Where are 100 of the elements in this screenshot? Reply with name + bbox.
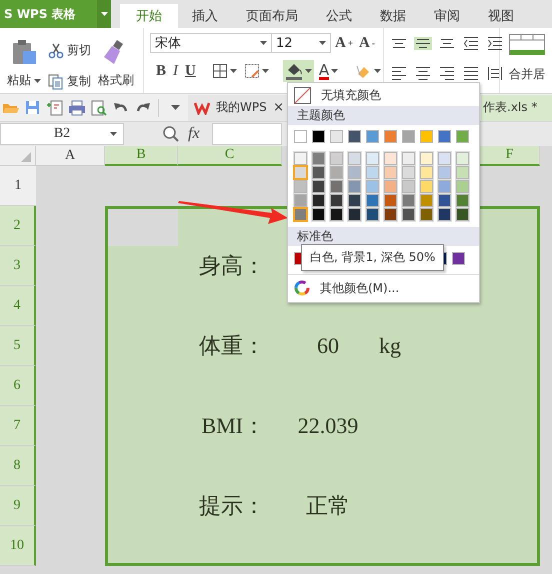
color-swatch[interactable]	[312, 130, 325, 143]
color-swatch[interactable]	[420, 208, 433, 221]
color-swatch[interactable]	[452, 252, 465, 265]
color-swatch[interactable]	[420, 130, 433, 143]
fill-color-button[interactable]	[282, 60, 314, 82]
insert-function-button[interactable]: fx	[180, 125, 208, 143]
color-swatch[interactable]	[438, 166, 451, 179]
row-header[interactable]: 5	[0, 326, 36, 366]
color-swatch[interactable]	[348, 152, 361, 165]
color-swatch[interactable]	[330, 180, 343, 193]
color-swatch[interactable]	[312, 152, 325, 165]
color-swatch[interactable]	[456, 152, 469, 165]
color-swatch[interactable]	[402, 194, 415, 207]
color-swatch[interactable]	[366, 152, 379, 165]
color-swatch[interactable]	[402, 130, 415, 143]
name-box[interactable]: B2	[0, 123, 124, 145]
color-swatch[interactable]	[330, 152, 343, 165]
color-swatch[interactable]	[330, 166, 343, 179]
color-swatch[interactable]	[384, 166, 397, 179]
app-dropdown-button[interactable]	[97, 0, 111, 28]
font-name-field[interactable]: 宋体	[150, 33, 272, 53]
ribbon-tab[interactable]: 开始	[120, 4, 178, 28]
color-swatch[interactable]	[348, 130, 361, 143]
zoom-button[interactable]	[162, 125, 180, 143]
ribbon-tab[interactable]: 数据	[366, 4, 420, 28]
color-swatch[interactable]	[312, 166, 325, 179]
color-swatch[interactable]	[330, 194, 343, 207]
color-swatch[interactable]	[384, 180, 397, 193]
row-header[interactable]: 3	[0, 246, 36, 286]
color-swatch[interactable]	[294, 166, 307, 179]
color-swatch[interactable]	[402, 166, 415, 179]
italic-button[interactable]: I	[171, 60, 180, 82]
color-swatch[interactable]	[384, 152, 397, 165]
column-header[interactable]: A	[36, 146, 105, 166]
color-swatch[interactable]	[312, 180, 325, 193]
formula-input[interactable]	[212, 123, 282, 145]
ribbon-tab[interactable]: 审阅	[420, 4, 474, 28]
ribbon-tab[interactable]: 页面布局	[232, 4, 312, 28]
color-swatch[interactable]	[402, 180, 415, 193]
color-swatch[interactable]	[420, 194, 433, 207]
align-indent-button[interactable]	[486, 34, 504, 52]
document-tab[interactable]: 作表.xls *	[481, 94, 552, 120]
column-header[interactable]: C	[178, 146, 282, 166]
color-swatch[interactable]	[294, 180, 307, 193]
color-swatch[interactable]	[330, 208, 343, 221]
align-middle-button[interactable]	[414, 36, 432, 50]
color-swatch[interactable]	[312, 194, 325, 207]
color-swatch[interactable]	[420, 166, 433, 179]
more-colors-item[interactable]: 其他颜色(M)...	[288, 277, 479, 299]
ribbon-tab[interactable]: 插入	[178, 4, 232, 28]
ribbon-tab[interactable]: 视图	[474, 4, 528, 28]
color-swatch[interactable]	[438, 208, 451, 221]
color-swatch[interactable]	[330, 130, 343, 143]
merge-center-button[interactable]: 合并居	[506, 32, 548, 93]
home-tab[interactable]: 我的WPS ×	[188, 94, 288, 120]
paste-button[interactable]: 粘贴	[4, 32, 44, 93]
row-header[interactable]: 10	[0, 526, 36, 566]
row-header[interactable]: 2	[0, 206, 36, 246]
row-header[interactable]: 4	[0, 286, 36, 326]
format-painter-button[interactable]: 格式刷	[95, 32, 137, 93]
cut-button[interactable]: 剪切	[46, 40, 93, 61]
color-swatch[interactable]	[384, 194, 397, 207]
font-size-field[interactable]: 12	[271, 33, 331, 53]
color-swatch[interactable]	[456, 208, 469, 221]
column-header[interactable]: F	[480, 146, 540, 166]
underline-button[interactable]: U	[183, 60, 198, 82]
copy-button[interactable]: 复制	[46, 71, 93, 92]
color-swatch[interactable]	[294, 130, 307, 143]
align-distributed-button[interactable]	[486, 64, 504, 82]
column-header[interactable]: B	[105, 146, 178, 166]
align-right-button[interactable]	[438, 64, 456, 82]
color-swatch[interactable]	[438, 130, 451, 143]
row-header[interactable]: 7	[0, 406, 36, 446]
color-swatch[interactable]	[366, 130, 379, 143]
align-left-button[interactable]	[390, 64, 408, 82]
color-swatch[interactable]	[366, 194, 379, 207]
bold-button[interactable]: B	[154, 60, 168, 82]
color-swatch[interactable]	[384, 208, 397, 221]
color-swatch[interactable]	[402, 152, 415, 165]
color-swatch[interactable]	[438, 180, 451, 193]
close-tab-button[interactable]: ×	[273, 100, 284, 115]
color-swatch[interactable]	[348, 208, 361, 221]
color-swatch[interactable]	[366, 166, 379, 179]
color-swatch[interactable]	[348, 194, 361, 207]
align-bottom-button[interactable]	[438, 36, 456, 50]
color-swatch[interactable]	[348, 166, 361, 179]
color-swatch[interactable]	[456, 194, 469, 207]
align-outdent-button[interactable]	[462, 34, 480, 52]
row-header[interactable]: 8	[0, 446, 36, 486]
color-swatch[interactable]	[456, 166, 469, 179]
color-swatch[interactable]	[366, 180, 379, 193]
align-top-button[interactable]	[390, 36, 408, 50]
color-swatch[interactable]	[384, 130, 397, 143]
align-center-button[interactable]	[414, 64, 432, 82]
ribbon-tab[interactable]: 公式	[312, 4, 366, 28]
color-swatch[interactable]	[294, 208, 307, 221]
color-swatch[interactable]	[438, 152, 451, 165]
color-swatch[interactable]	[456, 180, 469, 193]
color-swatch[interactable]	[294, 152, 307, 165]
row-header[interactable]: 1	[0, 166, 36, 206]
